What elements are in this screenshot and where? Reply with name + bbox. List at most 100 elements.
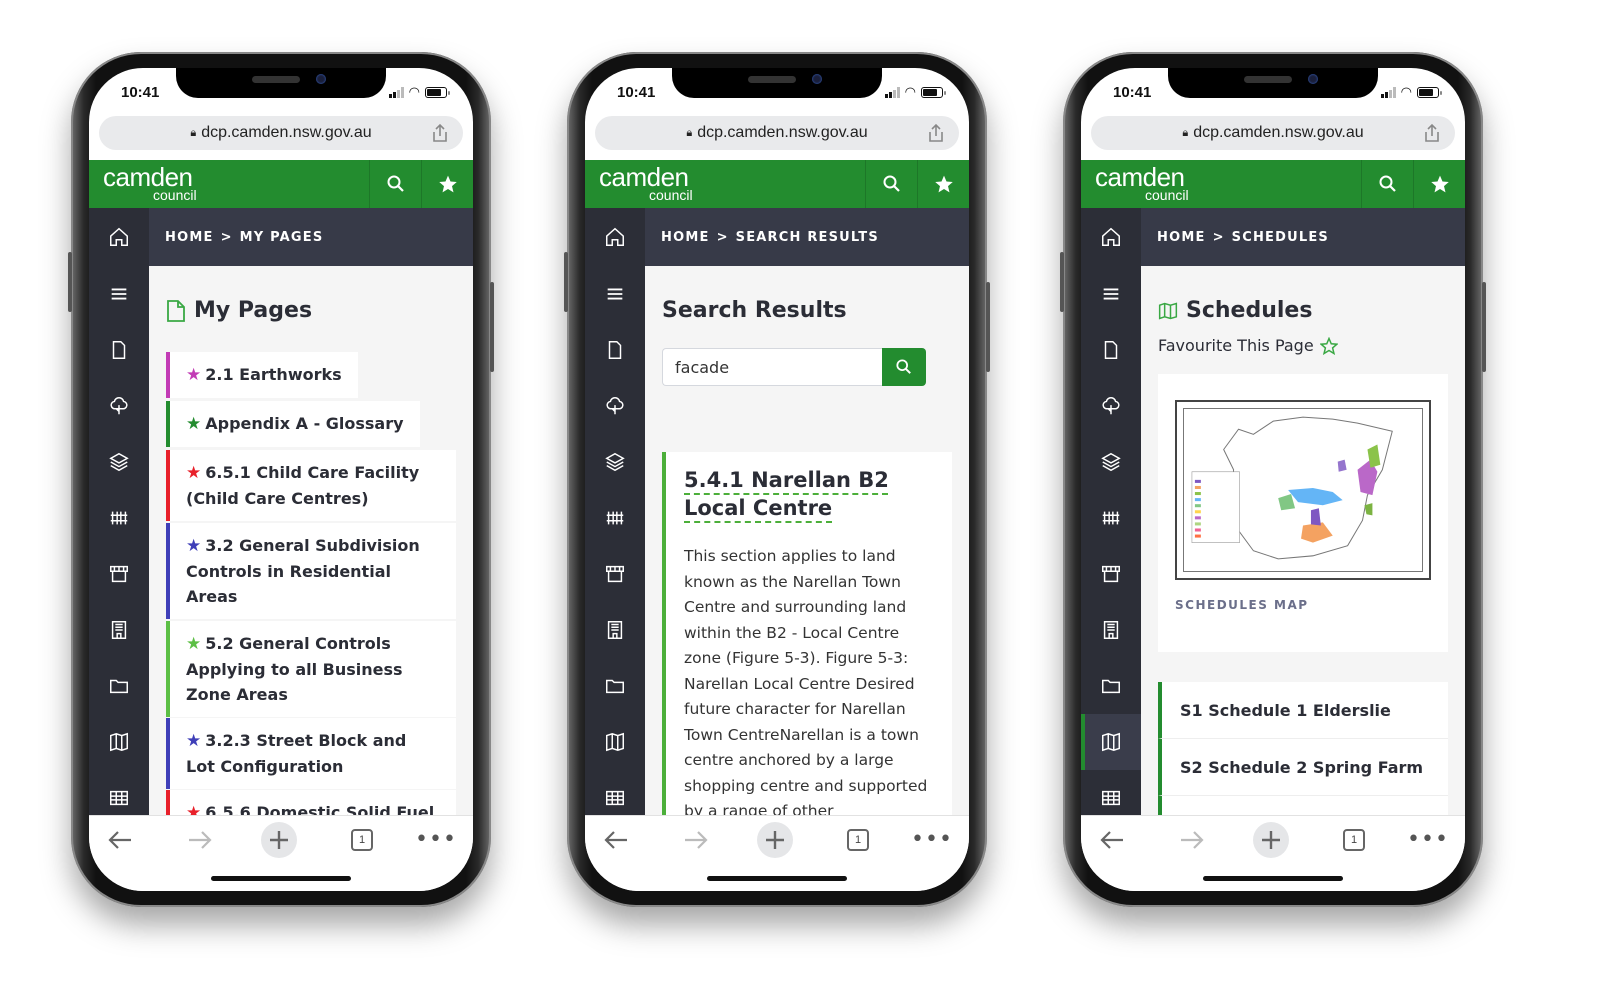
sidebar-item-documents[interactable] xyxy=(1081,322,1141,378)
schedules-map-image[interactable] xyxy=(1175,400,1431,580)
schedule-list-item[interactable]: S1 Schedule 1 Elderslie xyxy=(1158,682,1448,739)
sidebar-item-buildings[interactable] xyxy=(1081,602,1141,658)
sidebar-item-schedules[interactable] xyxy=(1081,714,1141,770)
favourites-button[interactable] xyxy=(1413,160,1465,208)
address-bar[interactable]: 🔒︎ dcp.camden.nsw.gov.au xyxy=(1091,116,1455,150)
favourite-item[interactable]: ★ 3.2 General Subdivision Controls in Res… xyxy=(166,523,456,619)
sidebar-item-business[interactable] xyxy=(585,546,645,602)
favourites-button[interactable] xyxy=(421,160,473,208)
breadcrumb-current: SEARCH RESULTS xyxy=(735,229,879,245)
address-bar[interactable]: 🔒︎ dcp.camden.nsw.gov.au xyxy=(595,116,959,150)
sidebar-item-folders[interactable] xyxy=(585,658,645,714)
schedule-list-item[interactable] xyxy=(1158,796,1448,815)
notch xyxy=(176,68,386,98)
address-bar[interactable]: 🔒︎ dcp.camden.nsw.gov.au xyxy=(99,116,463,150)
back-button[interactable] xyxy=(105,826,135,854)
sidebar-item-environment[interactable] xyxy=(585,378,645,434)
new-tab-button[interactable] xyxy=(261,822,297,858)
share-icon[interactable] xyxy=(1423,123,1441,143)
sidebar-item-folders[interactable] xyxy=(89,658,149,714)
back-button[interactable] xyxy=(601,826,631,854)
breadcrumb-home[interactable]: HOME xyxy=(661,230,710,245)
sidebar-item-fencing[interactable] xyxy=(1081,490,1141,546)
tabs-button[interactable]: 1 xyxy=(843,826,873,854)
back-button[interactable] xyxy=(1097,826,1127,854)
sidebar-item-buildings[interactable] xyxy=(89,602,149,658)
search-form xyxy=(662,348,926,386)
more-button[interactable]: ••• xyxy=(1407,826,1448,854)
sidebar-item-home[interactable] xyxy=(585,208,645,266)
shopfront-icon xyxy=(110,565,128,583)
sidebar-item-buildings[interactable] xyxy=(585,602,645,658)
sidebar-item-fencing[interactable] xyxy=(585,490,645,546)
search-button[interactable] xyxy=(1361,160,1413,208)
tabs-button[interactable]: 1 xyxy=(1339,826,1369,854)
sidebar-item-schedules[interactable] xyxy=(585,714,645,770)
favourite-this-page-button[interactable]: Favourite This Page xyxy=(1158,336,1338,355)
new-tab-button[interactable] xyxy=(1253,822,1289,858)
favourites-button[interactable] xyxy=(917,160,969,208)
breadcrumb-home[interactable]: HOME xyxy=(1157,230,1206,245)
sidebar-item-menu[interactable] xyxy=(585,266,645,322)
favourite-item[interactable]: ★ 3.2.3 Street Block and Lot Configuratio… xyxy=(166,718,456,789)
tab-count: 1 xyxy=(847,829,869,851)
fence-icon xyxy=(110,511,128,525)
map-icon xyxy=(1158,302,1178,320)
page-title: Search Results xyxy=(662,298,847,323)
folder-icon xyxy=(110,679,128,694)
share-icon[interactable] xyxy=(431,123,449,143)
sidebar-item-environment[interactable] xyxy=(89,378,149,434)
grid-icon xyxy=(110,790,128,806)
search-button[interactable] xyxy=(369,160,421,208)
favourite-item[interactable]: ★ Appendix A - Glossary xyxy=(166,401,420,447)
signal-icon xyxy=(388,87,404,98)
favourite-item[interactable]: ★ 5.2 General Controls Applying to all Bu… xyxy=(166,621,456,717)
folder-icon xyxy=(1102,679,1120,694)
sidebar-item-documents[interactable] xyxy=(585,322,645,378)
more-button[interactable]: ••• xyxy=(911,826,952,854)
sidebar-item-environment[interactable] xyxy=(1081,378,1141,434)
more-button[interactable]: ••• xyxy=(415,826,456,854)
camden-logo[interactable]: camden council xyxy=(585,160,865,208)
sidebar-item-menu[interactable] xyxy=(1081,266,1141,322)
url-text: dcp.camden.nsw.gov.au xyxy=(1193,124,1364,141)
sidebar-item-home[interactable] xyxy=(1081,208,1141,266)
breadcrumb-home[interactable]: HOME xyxy=(165,230,214,245)
sidebar-item-fencing[interactable] xyxy=(89,490,149,546)
sidebar-item-schedules[interactable] xyxy=(89,714,149,770)
search-input[interactable] xyxy=(662,348,882,386)
result-title-link[interactable]: 5.4.1 Narellan B2 Local Centre xyxy=(684,466,936,522)
building-icon xyxy=(1103,621,1119,639)
sidebar-item-business[interactable] xyxy=(1081,546,1141,602)
search-button[interactable] xyxy=(865,160,917,208)
sidebar-item-home[interactable] xyxy=(89,208,149,266)
map-caption[interactable]: SCHEDULES MAP xyxy=(1175,598,1309,612)
favourite-item[interactable]: ★ 2.1 Earthworks xyxy=(166,352,358,398)
favourite-item[interactable]: ★ 6.5.1 Child Care Facility (Child Care C… xyxy=(166,450,456,521)
forward-button[interactable] xyxy=(681,826,711,854)
sidebar-item-folders[interactable] xyxy=(1081,658,1141,714)
sidebar-item-business[interactable] xyxy=(89,546,149,602)
star-icon xyxy=(934,175,953,193)
schedule-list-item[interactable]: S2 Schedule 2 Spring Farm xyxy=(1158,739,1448,796)
map-icon xyxy=(606,732,624,752)
camden-logo[interactable]: camden council xyxy=(89,160,369,208)
favourite-item[interactable]: ★ 6.5.6 Domestic Solid Fuel xyxy=(166,790,456,815)
forward-button[interactable] xyxy=(185,826,215,854)
schedules-map-card[interactable]: SCHEDULES MAP xyxy=(1158,374,1448,652)
star-icon: ★ xyxy=(186,414,202,434)
search-submit-button[interactable] xyxy=(882,348,926,386)
sidebar-item-menu[interactable] xyxy=(89,266,149,322)
breadcrumb-bar: HOME > SCHEDULES xyxy=(1081,208,1465,266)
sidebar-item-documents[interactable] xyxy=(89,322,149,378)
tabs-button[interactable]: 1 xyxy=(347,826,377,854)
new-tab-button[interactable] xyxy=(757,822,793,858)
forward-button[interactable] xyxy=(1177,826,1207,854)
share-icon[interactable] xyxy=(927,123,945,143)
sidebar xyxy=(585,266,645,815)
map-icon xyxy=(110,732,128,752)
sidebar-item-layers[interactable] xyxy=(585,434,645,490)
sidebar-item-layers[interactable] xyxy=(89,434,149,490)
sidebar-item-layers[interactable] xyxy=(1081,434,1141,490)
camden-logo[interactable]: camden council xyxy=(1081,160,1361,208)
